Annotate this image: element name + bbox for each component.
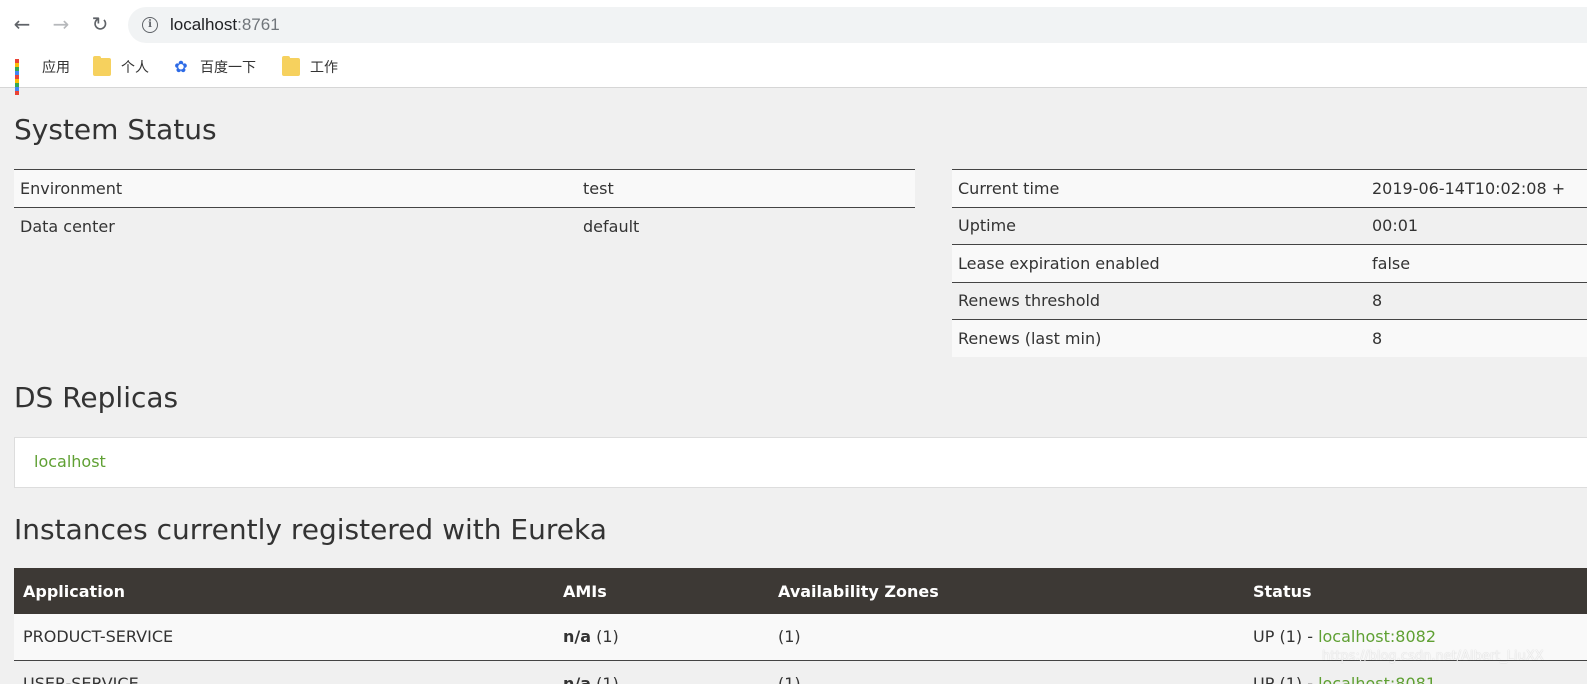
folder-icon: [93, 56, 111, 76]
status-value: 8: [1366, 281, 1587, 320]
system-status-left-table: Environment test Data center default: [14, 169, 915, 245]
status-value: false: [1366, 244, 1587, 282]
status-key: Lease expiration enabled: [952, 244, 1366, 282]
ami-value: n/a: [563, 627, 592, 647]
instance-link[interactable]: localhost:8081: [1318, 674, 1436, 684]
instance-link[interactable]: localhost:8082: [1318, 627, 1436, 646]
system-status-right-table: Current time 2019-06-14T10:02:08 + Uptim…: [952, 169, 1587, 357]
back-arrow-icon[interactable]: ←: [10, 12, 34, 36]
status-value: 2019-06-14T10:02:08 +: [1366, 169, 1587, 207]
status-value: default: [577, 206, 915, 245]
status-text: UP (1) -: [1253, 627, 1319, 647]
bookmark-label: 工作: [310, 60, 338, 76]
replica-link[interactable]: localhost: [34, 452, 106, 471]
reload-icon[interactable]: ↻: [88, 12, 112, 36]
forward-arrow-icon[interactable]: →: [49, 12, 73, 36]
header-amis: AMIs: [554, 568, 769, 614]
status-key: Renews threshold: [952, 281, 1366, 320]
ds-replicas-list: localhost: [14, 437, 1587, 488]
apps-grid-icon: [14, 58, 32, 95]
table-row: Environment test: [14, 169, 915, 207]
instances-title: Instances currently registered with Eure…: [14, 513, 607, 546]
instance-app-name: USER-SERVICE: [14, 660, 554, 684]
table-header-row: Application AMIs Availability Zones Stat…: [14, 568, 1587, 614]
table-row: Renews (last min) 8: [952, 319, 1587, 357]
watermark-text: https://blog.csdn.net/Albert_LiuXX: [1322, 649, 1544, 664]
status-key: Uptime: [952, 206, 1366, 245]
bookmark-personal[interactable]: 个人: [93, 56, 149, 78]
baidu-paw-icon: ✿: [174, 57, 188, 76]
instance-amis: n/a (1): [554, 614, 769, 661]
status-value: test: [577, 169, 915, 207]
bookmarks-bar: 应用 个人 ✿ 百度一下 工作: [0, 50, 1587, 95]
instance-amis: n/a (1): [554, 660, 769, 684]
status-value: 8: [1366, 319, 1587, 357]
status-key: Environment: [14, 169, 577, 207]
folder-icon: [282, 56, 300, 76]
instance-zones: (1): [769, 614, 1244, 661]
ami-count: (1): [591, 673, 619, 684]
header-availability-zones: Availability Zones: [769, 568, 1244, 614]
status-key: Current time: [952, 169, 1366, 207]
bookmark-label: 应用: [42, 60, 70, 76]
status-key: Data center: [14, 206, 577, 245]
status-value: 00:01: [1366, 206, 1587, 245]
table-row: Current time 2019-06-14T10:02:08 +: [952, 169, 1587, 207]
status-key: Renews (last min): [952, 319, 1366, 357]
status-text: UP (1) -: [1253, 673, 1319, 684]
instance-app-name: PRODUCT-SERVICE: [14, 614, 554, 661]
instance-zones: (1): [769, 660, 1244, 684]
table-row: Renews threshold 8: [952, 281, 1587, 320]
eureka-dashboard: System Status Environment test Data cent…: [0, 89, 1587, 684]
bookmark-label: 个人: [121, 60, 149, 76]
url-port: :8761: [237, 15, 280, 34]
ami-value: n/a: [563, 673, 592, 684]
ami-count: (1): [591, 627, 619, 647]
header-application: Application: [14, 568, 554, 614]
table-row: Data center default: [14, 206, 915, 245]
url-text[interactable]: localhost:8761: [170, 15, 280, 35]
ds-replicas-title: DS Replicas: [14, 381, 179, 414]
browser-chrome: ← → ↻ i localhost:8761 应用 个人 ✿ 百度一下 工作: [0, 0, 1587, 95]
bookmark-apps[interactable]: 应用: [14, 56, 70, 95]
table-row: Uptime 00:01: [952, 206, 1587, 245]
info-icon[interactable]: i: [142, 17, 158, 33]
system-status-title: System Status: [14, 113, 217, 146]
url-host: localhost: [170, 15, 238, 34]
address-bar[interactable]: i localhost:8761: [128, 7, 1587, 43]
browser-toolbar: ← → ↻ i localhost:8761: [0, 0, 1587, 50]
bookmark-work[interactable]: 工作: [282, 56, 338, 78]
header-status: Status: [1244, 568, 1587, 614]
table-row: Lease expiration enabled false: [952, 244, 1587, 282]
instances-table: Application AMIs Availability Zones Stat…: [14, 568, 1587, 684]
bookmark-label: 百度一下: [200, 60, 256, 76]
bookmark-baidu[interactable]: ✿ 百度一下: [172, 56, 256, 78]
